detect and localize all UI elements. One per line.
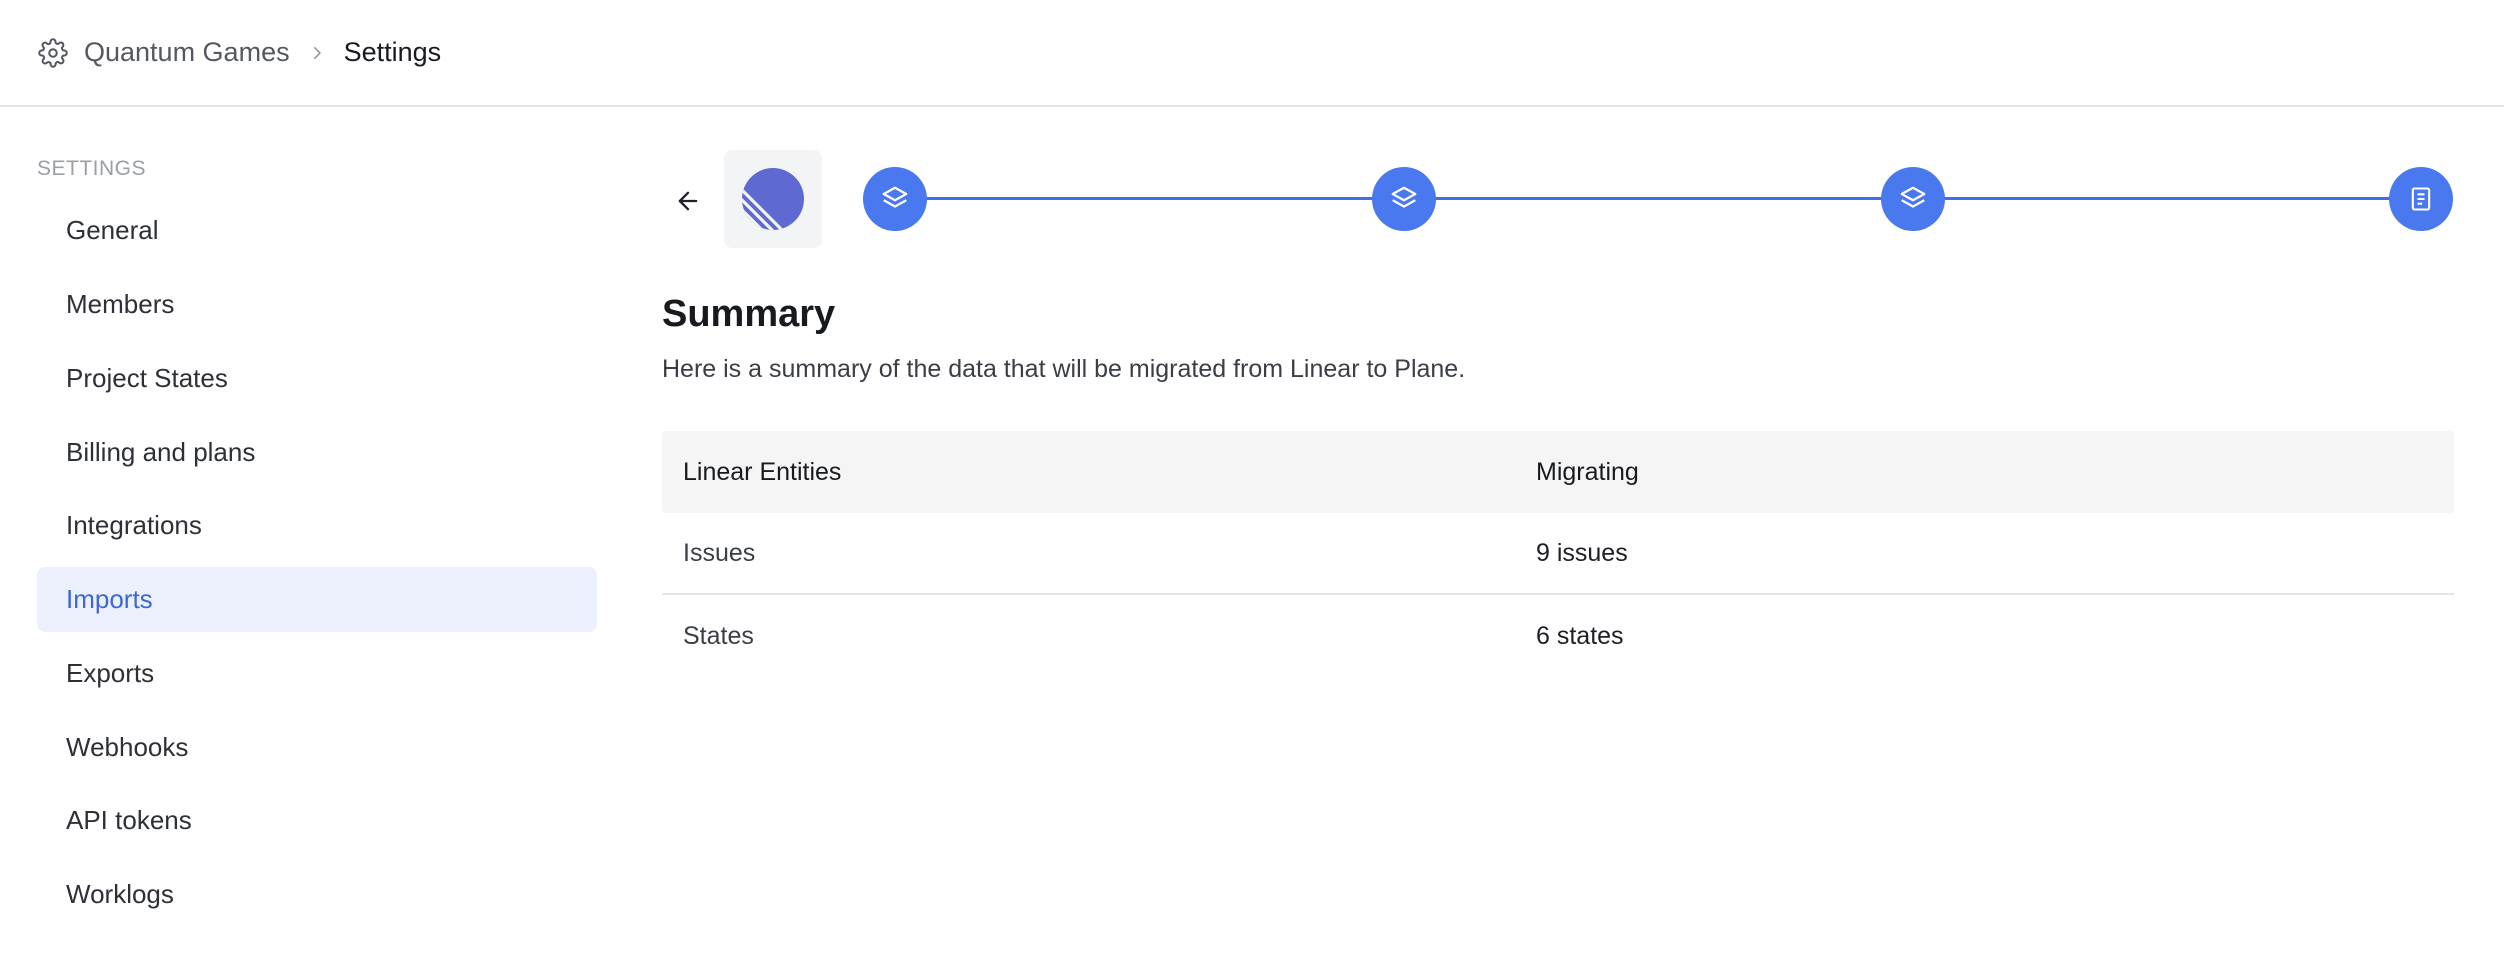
breadcrumb-current: Settings xyxy=(343,37,442,67)
table-row: Issues 9 issues xyxy=(662,513,2454,595)
settings-sidebar: SETTINGS General Members Project States … xyxy=(0,109,600,974)
breadcrumb-workspace[interactable]: Quantum Games xyxy=(84,37,290,68)
column-header-migrating: Migrating xyxy=(1536,457,1639,486)
entity-name: States xyxy=(683,621,754,650)
stepper-progress-line xyxy=(894,197,2424,200)
top-bar: Quantum Games Settings xyxy=(0,0,2504,107)
table-row: States 6 states xyxy=(662,595,2454,677)
sidebar-item-general[interactable]: General xyxy=(37,198,597,263)
import-summary-panel: Summary Here is a summary of the data th… xyxy=(662,109,2454,974)
sidebar-item-project-states[interactable]: Project States xyxy=(37,346,597,411)
step-1[interactable] xyxy=(863,167,927,231)
entity-count: 9 issues xyxy=(1536,538,1628,567)
sidebar-heading: SETTINGS xyxy=(37,157,147,180)
back-arrow-icon[interactable] xyxy=(668,181,708,221)
step-3[interactable] xyxy=(1881,167,1945,231)
linear-logo xyxy=(724,150,822,248)
sidebar-item-worklogs[interactable]: Worklogs xyxy=(37,862,597,927)
layers-icon xyxy=(882,186,908,208)
layers-icon xyxy=(1900,186,1926,208)
chevron-right-icon xyxy=(302,44,332,62)
sidebar-item-billing[interactable]: Billing and plans xyxy=(37,420,597,485)
table-header: Linear Entities Migrating xyxy=(662,431,2454,513)
entity-count: 6 states xyxy=(1536,621,1624,650)
column-header-entities: Linear Entities xyxy=(683,457,842,486)
sidebar-item-integrations[interactable]: Integrations xyxy=(37,493,597,558)
sidebar-item-exports[interactable]: Exports xyxy=(37,641,597,706)
step-4[interactable] xyxy=(2389,167,2453,231)
summary-description: Here is a summary of the data that will … xyxy=(662,355,1466,383)
layers-icon xyxy=(1391,186,1417,208)
summary-table: Linear Entities Migrating Issues 9 issue… xyxy=(662,431,2454,677)
document-icon xyxy=(2411,187,2431,211)
sidebar-item-members[interactable]: Members xyxy=(37,272,597,337)
sidebar-item-webhooks[interactable]: Webhooks xyxy=(37,715,597,780)
sidebar-item-api-tokens[interactable]: API tokens xyxy=(37,788,597,853)
sidebar-item-imports[interactable]: Imports xyxy=(37,567,597,632)
summary-title: Summary xyxy=(662,293,836,335)
gear-icon xyxy=(36,36,70,70)
entity-name: Issues xyxy=(683,538,756,567)
step-2[interactable] xyxy=(1372,167,1436,231)
